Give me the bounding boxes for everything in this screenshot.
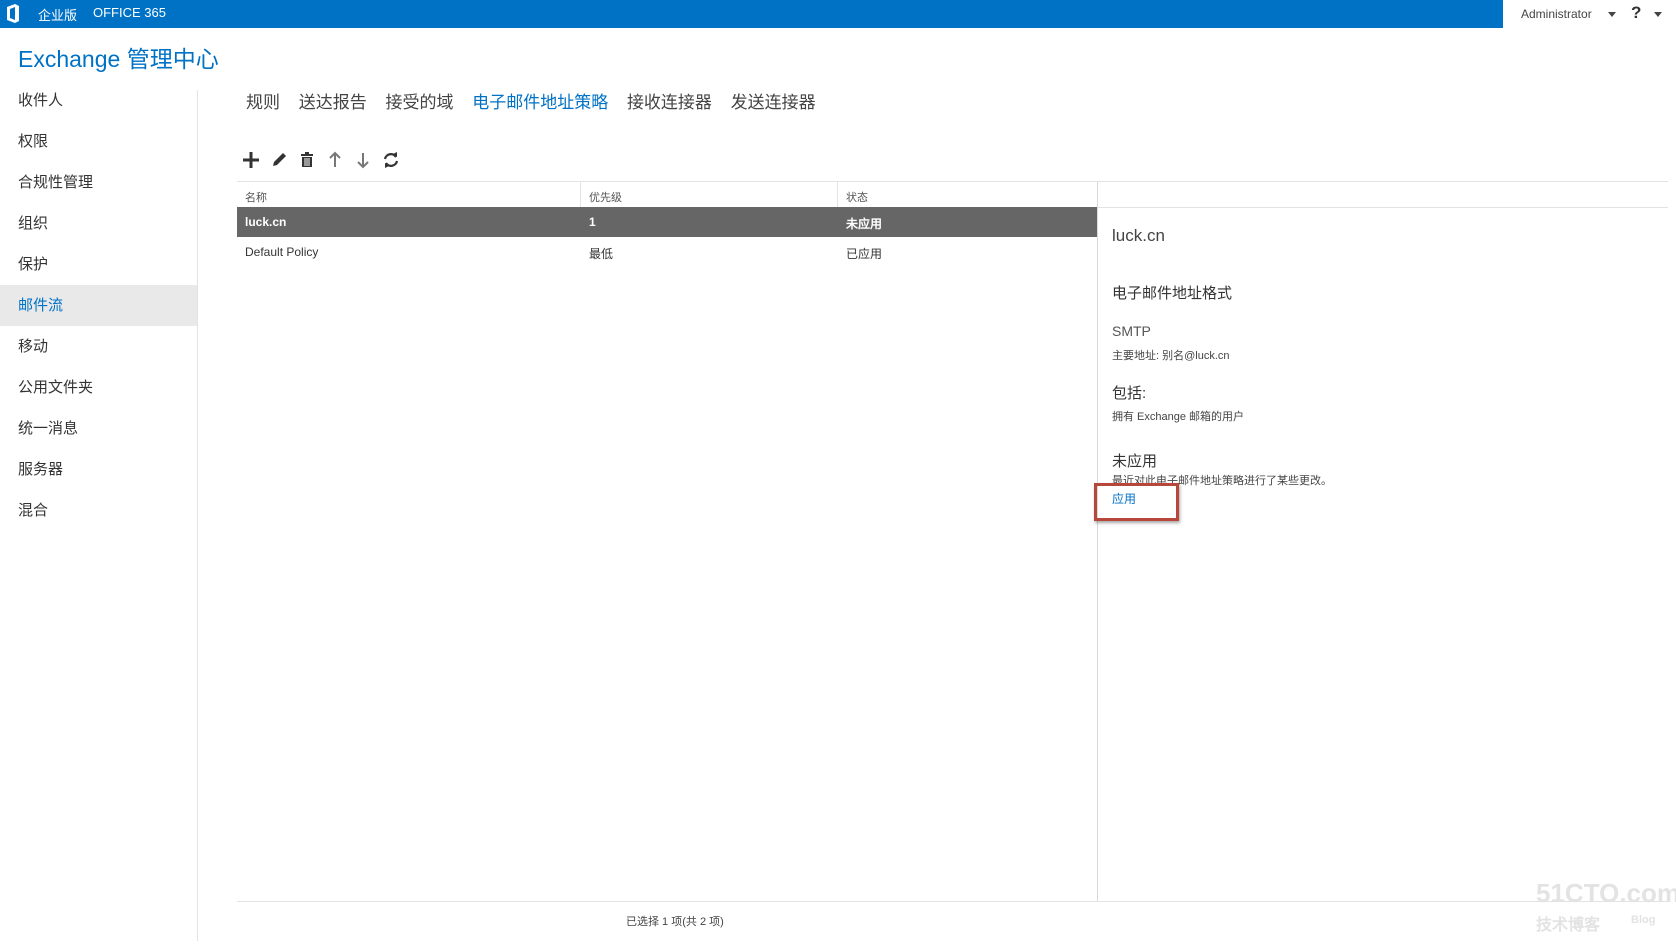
user-menu[interactable]: Administrator	[1521, 7, 1592, 21]
move-up-icon[interactable]	[324, 149, 346, 171]
sidebar-item-servers[interactable]: 服务器	[0, 449, 197, 490]
product-label[interactable]: OFFICE 365	[93, 5, 166, 20]
tab-receive-connectors[interactable]: 接收连接器	[627, 93, 712, 112]
status-heading: 未应用	[1112, 453, 1158, 470]
sidebar-item-recipients[interactable]: 收件人	[0, 80, 197, 121]
table-row[interactable]: Default Policy 最低 已应用	[237, 237, 1097, 267]
smtp-label: SMTP	[1112, 323, 1151, 339]
tab-rules[interactable]: 规则	[246, 93, 280, 112]
include-heading: 包括:	[1112, 385, 1147, 402]
cell-status: 未应用	[846, 217, 883, 231]
cell-name: luck.cn	[245, 215, 287, 229]
move-down-icon[interactable]	[352, 149, 374, 171]
cell-name: Default Policy	[245, 245, 319, 259]
column-header-name[interactable]: 名称	[245, 189, 267, 205]
delete-icon[interactable]	[296, 149, 318, 171]
sidebar-item-organization[interactable]: 组织	[0, 203, 197, 244]
sidebar-item-public-folders[interactable]: 公用文件夹	[0, 367, 197, 408]
format-heading: 电子邮件地址格式	[1112, 285, 1233, 302]
include-text: 拥有 Exchange 邮箱的用户	[1112, 411, 1245, 423]
office-logo-icon[interactable]	[5, 4, 21, 23]
column-header-priority[interactable]: 优先级	[589, 189, 622, 205]
primary-address: 主要地址: 别名@luck.cn	[1112, 350, 1230, 362]
details-divider	[1097, 181, 1098, 901]
cell-status: 已应用	[846, 247, 883, 261]
tab-bar: 规则 送达报告 接受的域 电子邮件地址策略 接收连接器 发送连接器	[246, 88, 830, 113]
details-header-strip	[1098, 181, 1668, 208]
column-divider	[837, 182, 838, 207]
sidebar-item-mail-flow[interactable]: 邮件流	[0, 285, 197, 326]
watermark-blog: Blog	[1631, 914, 1656, 926]
tab-delivery-reports[interactable]: 送达报告	[299, 93, 367, 112]
tab-accepted-domains[interactable]: 接受的域	[385, 93, 453, 112]
table-row[interactable]: luck.cn 1 未应用	[237, 207, 1097, 237]
help-button[interactable]: ?	[1631, 3, 1641, 23]
highlight-box	[1094, 483, 1179, 521]
page-title: Exchange 管理中心	[18, 46, 219, 72]
tab-email-address-policies[interactable]: 电子邮件地址策略	[472, 93, 608, 112]
sidebar: 收件人 权限 合规性管理 组织 保护 邮件流 移动 公用文件夹 统一消息 服务器…	[0, 80, 197, 531]
column-header-status[interactable]: 状态	[846, 189, 868, 205]
details-title: luck.cn	[1112, 226, 1165, 245]
refresh-icon[interactable]	[380, 149, 402, 171]
top-bar: 企业版 OFFICE 365	[0, 0, 1676, 28]
sidebar-divider	[197, 90, 198, 941]
tab-send-connectors[interactable]: 发送连接器	[731, 93, 816, 112]
chevron-down-icon[interactable]	[1654, 12, 1662, 17]
sidebar-item-permissions[interactable]: 权限	[0, 121, 197, 162]
bottom-divider	[237, 901, 1668, 902]
selection-status: 已选择 1 项(共 2 项)	[626, 916, 724, 928]
cell-priority: 1	[589, 215, 596, 229]
edition-label[interactable]: 企业版	[38, 5, 77, 24]
edit-icon[interactable]	[268, 149, 290, 171]
cell-priority: 最低	[589, 247, 614, 261]
sidebar-item-unified-messaging[interactable]: 统一消息	[0, 408, 197, 449]
watermark-subtitle: 技术博客	[1536, 917, 1601, 934]
sidebar-item-protection[interactable]: 保护	[0, 244, 197, 285]
sidebar-item-hybrid[interactable]: 混合	[0, 490, 197, 531]
sidebar-item-mobile[interactable]: 移动	[0, 326, 197, 367]
add-icon[interactable]	[240, 149, 262, 171]
watermark-logo: 51CTO.com	[1536, 878, 1676, 908]
column-divider	[580, 182, 581, 207]
chevron-down-icon[interactable]	[1608, 12, 1616, 17]
user-area: Administrator ?	[1503, 0, 1676, 28]
table-header: 名称 优先级 状态	[237, 181, 1097, 208]
sidebar-item-compliance[interactable]: 合规性管理	[0, 162, 197, 203]
